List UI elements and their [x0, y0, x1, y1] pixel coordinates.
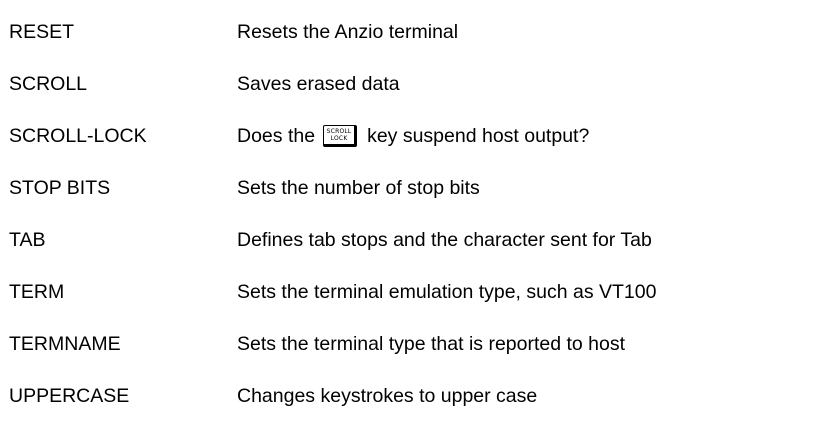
command-row: TAB Defines tab stops and the character …	[9, 214, 831, 266]
description-text-after: key suspend host output?	[367, 125, 590, 147]
command-name: TERMNAME	[9, 333, 121, 355]
command-row: SCROLL Saves erased data	[9, 58, 831, 110]
command-description: Resets the Anzio terminal	[237, 21, 459, 43]
command-name: UPPERCASE	[9, 385, 130, 407]
command-description: Sets the number of stop bits	[237, 177, 480, 199]
key-label-line2: LOCK	[330, 135, 348, 142]
scroll-lock-key-icon: SCROLL LOCK	[323, 125, 358, 147]
command-row: RESET Resets the Anzio terminal	[9, 6, 831, 58]
command-name: TAB	[9, 229, 46, 251]
command-name: RESET	[9, 21, 75, 43]
command-description: Saves erased data	[237, 73, 400, 95]
command-description: Sets the terminal emulation type, such a…	[237, 281, 657, 303]
command-row: SCROLL-LOCK Does the SCROLL LOCK key sus…	[9, 110, 831, 162]
command-row: TERM Sets the terminal emulation type, s…	[9, 266, 831, 318]
command-name: STOP BITS	[9, 177, 111, 199]
command-row: UPPERCASE Changes keystrokes to upper ca…	[9, 370, 831, 422]
command-name: TERM	[9, 281, 65, 303]
command-description: Defines tab stops and the character sent…	[237, 229, 652, 251]
description-text-before: Does the	[237, 125, 316, 147]
command-name: SCROLL-LOCK	[9, 125, 147, 147]
command-table: RESET Resets the Anzio terminal SCROLL S…	[9, 6, 831, 422]
command-description: Changes keystrokes to upper case	[237, 385, 538, 407]
command-row: STOP BITS Sets the number of stop bits	[9, 162, 831, 214]
command-description: Does the SCROLL LOCK key suspend host ou…	[237, 124, 831, 148]
command-name: SCROLL	[9, 73, 88, 95]
command-row: TERMNAME Sets the terminal type that is …	[9, 318, 831, 370]
command-description: Sets the terminal type that is reported …	[237, 333, 626, 355]
key-label-line1: SCROLL	[326, 128, 352, 135]
